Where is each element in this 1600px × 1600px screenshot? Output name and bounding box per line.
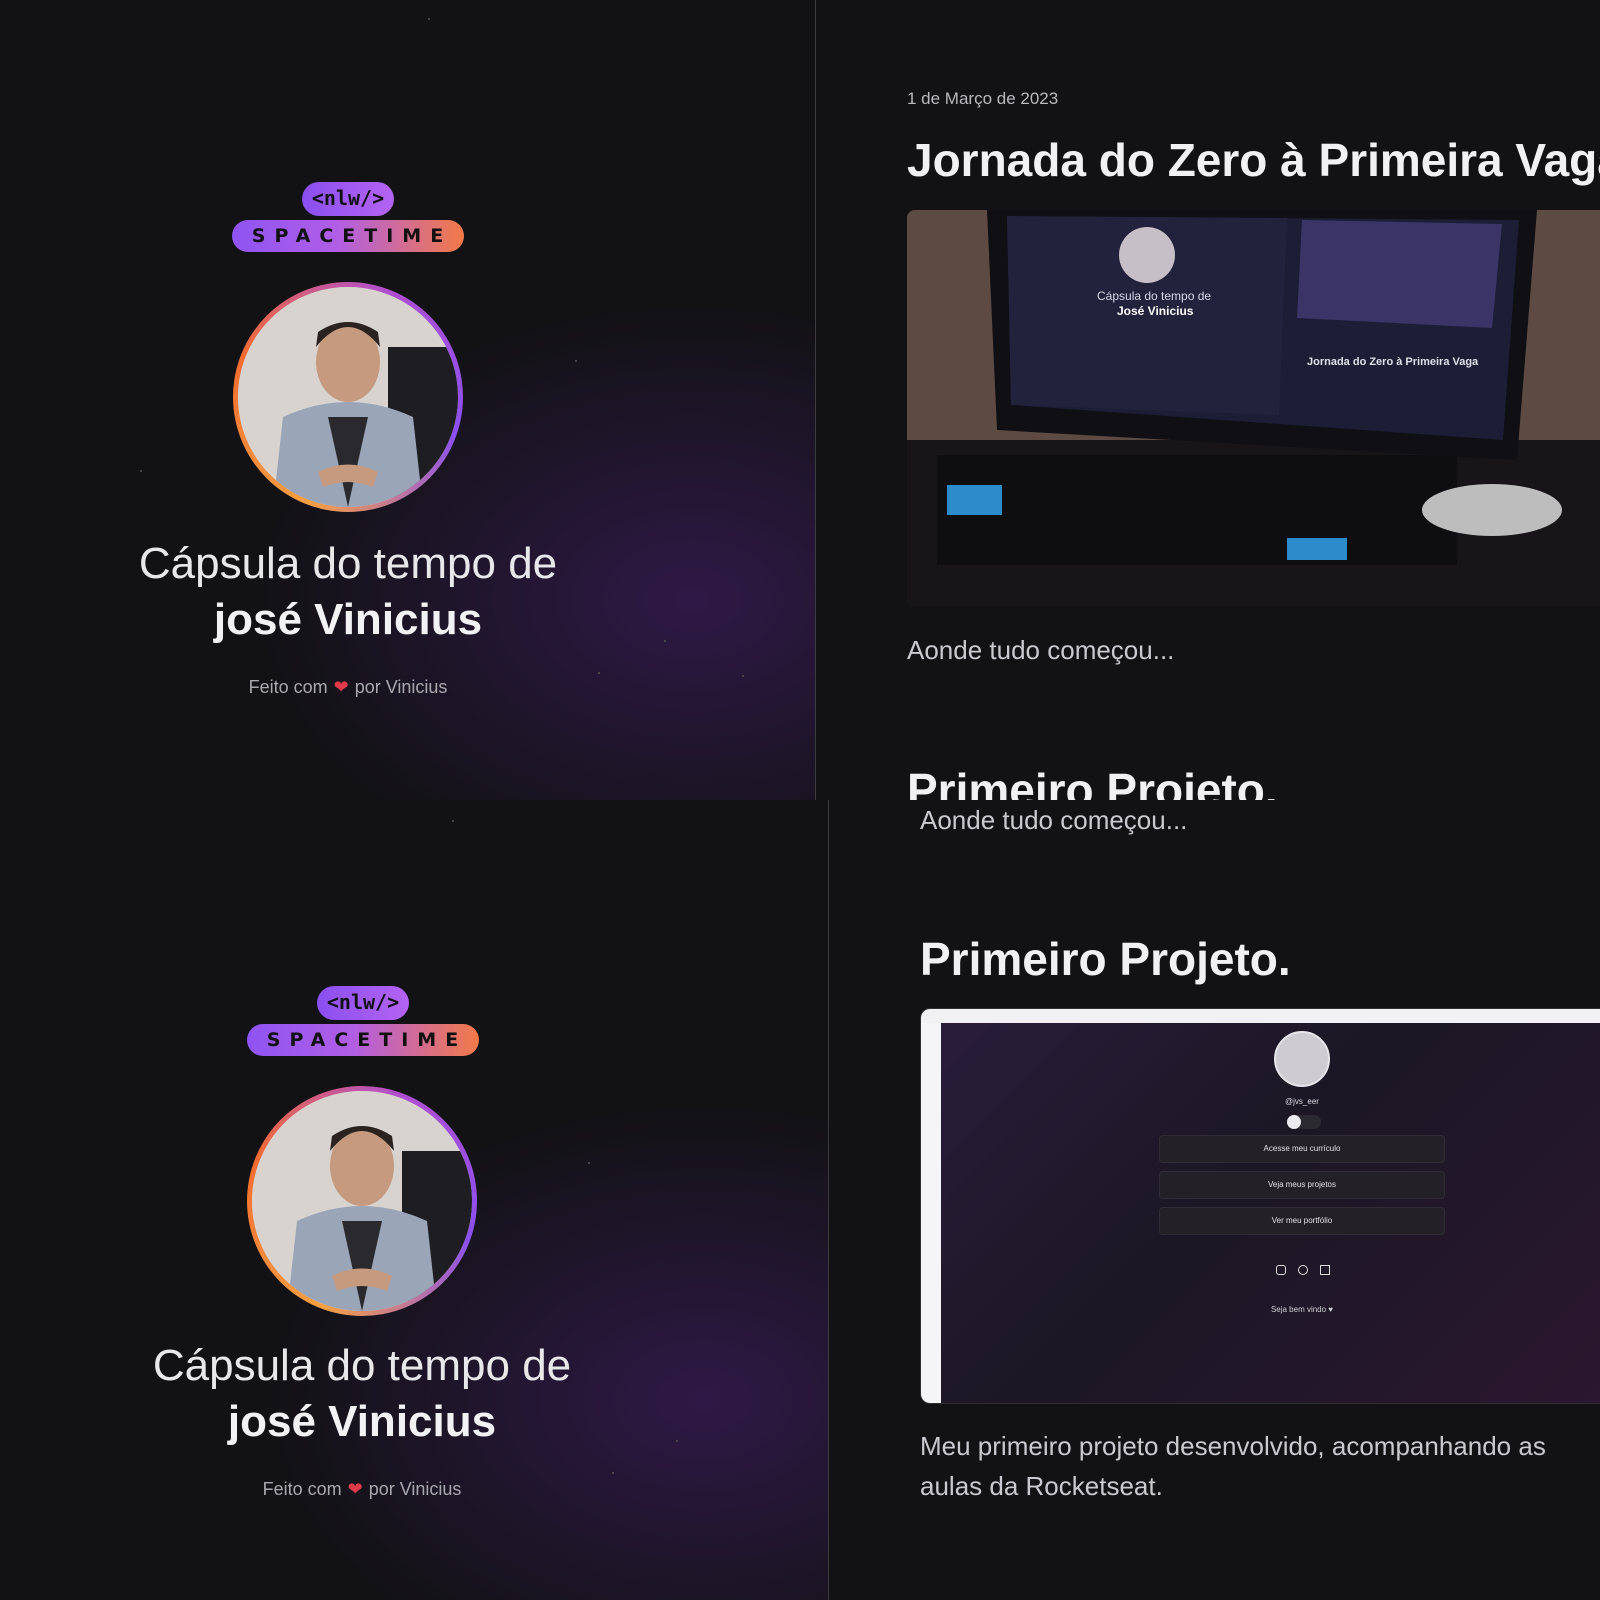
github-icon <box>1298 1265 1308 1275</box>
memory-date: 1 de Março de 2023 <box>907 89 1059 108</box>
logo-brand: SPACETIME <box>247 1024 479 1056</box>
logo-brand: SPACETIME <box>232 220 464 252</box>
linkedin-icon <box>1320 1265 1330 1275</box>
svg-text:Cápsula do tempo de: Cápsula do tempo de <box>1097 289 1211 303</box>
made-with-credit: Feito com ❤ por Vinicius <box>162 1479 562 1500</box>
capsule-title: Cápsula do tempo de josé Vinicius <box>48 536 648 648</box>
browser-sidebar <box>921 1023 941 1403</box>
made-with-credit: Feito com ❤ por Vinicius <box>148 677 548 698</box>
mini-button-projects: Veja meus projetos <box>1159 1171 1445 1199</box>
next-memory-description-line1: Meu primeiro projeto desenvolvido, acomp… <box>920 1431 1546 1461</box>
capsule-sidebar: <nlw/> SPACETIME Cápsula do tempo de jos… <box>0 800 829 1600</box>
memory-caption: Aonde tudo começou... <box>907 635 1175 665</box>
avatar <box>252 1091 472 1311</box>
svg-text:Jornada do Zero à Primeira Vag: Jornada do Zero à Primeira Vaga <box>1307 356 1479 368</box>
capsule-owner-name: josé Vinicius <box>213 595 483 644</box>
project-screenshot: @jvs_eer Acesse meu currículo Veja meus … <box>920 1008 1600 1404</box>
memories-feed: Aonde tudo começou... Primeiro Projeto. … <box>830 800 1600 1600</box>
mini-social-icons <box>1276 1265 1330 1279</box>
made-with-prefix: Feito com <box>248 677 328 697</box>
next-memory-description: Meu primeiro projeto desenvolvido, acomp… <box>920 1426 1546 1506</box>
svg-text:José Vinicius: José Vinicius <box>1117 304 1194 318</box>
made-with-suffix: por Vinicius <box>354 677 448 697</box>
memory-photo: Cápsula do tempo de José Vinicius Jornad… <box>907 210 1600 606</box>
heart-icon: ❤ <box>333 677 349 697</box>
logo-tag: <nlw/> <box>302 182 394 216</box>
mini-footer: Seja bem vindo ♥ <box>1270 1305 1334 1314</box>
next-memory-title: Primeiro Projeto. <box>907 764 1278 800</box>
mini-button-resume: Acesse meu currículo <box>1159 1135 1445 1163</box>
mini-handle: @jvs_eer <box>1285 1097 1319 1106</box>
capsule-title: Cápsula do tempo de josé Vinicius <box>62 1338 662 1450</box>
logo-tag: <nlw/> <box>317 986 409 1020</box>
nlw-spacetime-logo: <nlw/> SPACETIME <box>232 182 464 258</box>
next-memory-title: Primeiro Projeto. <box>920 933 1291 985</box>
desk-setup-photo: Cápsula do tempo de José Vinicius Jornad… <box>907 210 1600 606</box>
memories-feed: 1 de Março de 2023 Jornada do Zero à Pri… <box>817 0 1600 800</box>
mini-button-portfolio: Ver meu portfólio <box>1159 1207 1445 1235</box>
mini-avatar <box>1274 1031 1330 1087</box>
heart-icon: ❤ <box>347 1479 363 1499</box>
made-with-prefix: Feito com <box>262 1479 342 1499</box>
nlw-spacetime-logo: <nlw/> SPACETIME <box>247 986 479 1062</box>
avatar-ring <box>233 282 463 512</box>
screenshot-bottom: <nlw/> SPACETIME Cápsula do tempo de jos… <box>0 800 1600 1600</box>
capsule-title-line: Cápsula do tempo de <box>152 1341 572 1390</box>
next-memory-description-line2: aulas da Rocketseat. <box>920 1471 1163 1501</box>
instagram-icon <box>1276 1265 1286 1275</box>
memory-title: Jornada do Zero à Primeira Vaga <box>907 134 1600 186</box>
made-with-suffix: por Vinicius <box>368 1479 462 1499</box>
capsule-title-line: Cápsula do tempo de <box>138 539 558 588</box>
avatar <box>238 287 458 507</box>
avatar-ring <box>247 1086 477 1316</box>
memory-caption: Aonde tudo começou... <box>920 805 1188 835</box>
mini-theme-toggle <box>1287 1115 1321 1129</box>
capsule-sidebar: <nlw/> SPACETIME Cápsula do tempo de jos… <box>0 0 816 800</box>
browser-tab-bar <box>921 1009 1600 1023</box>
screenshot-top: <nlw/> SPACETIME Cápsula do tempo de jos… <box>0 0 1600 800</box>
capsule-owner-name: josé Vinicius <box>227 1397 497 1446</box>
